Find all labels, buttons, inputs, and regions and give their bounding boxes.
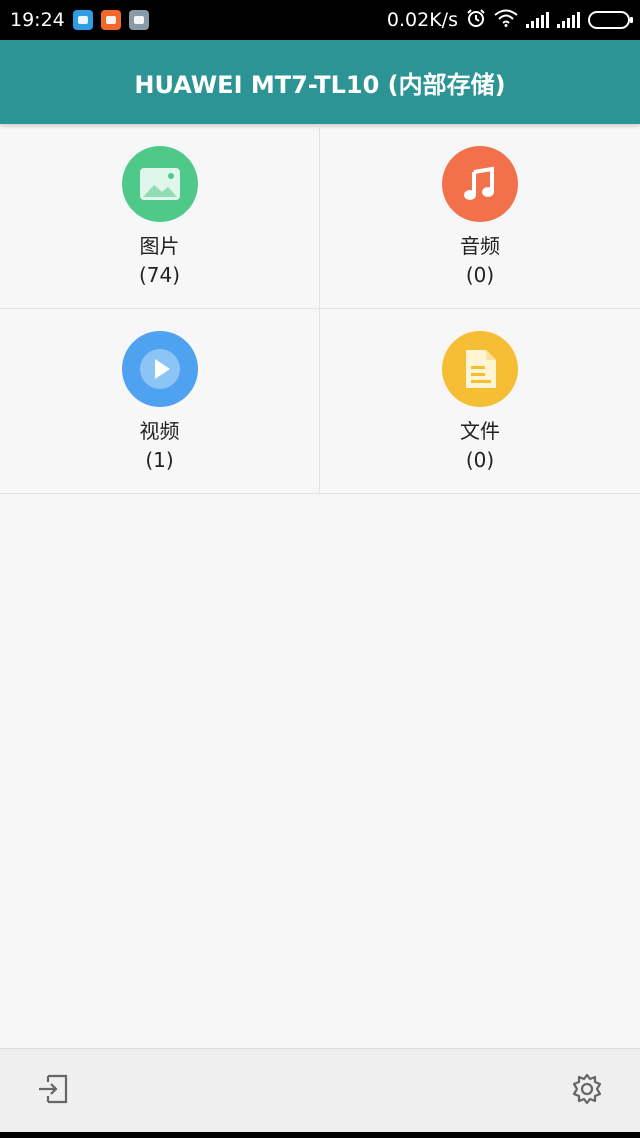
messenger-app-icon <box>72 10 93 30</box>
page-title: HUAWEI MT7-TL10 (内部存储) <box>134 70 506 99</box>
category-label: 文件 <box>460 419 500 443</box>
document-icon <box>442 331 518 407</box>
category-images[interactable]: 图片 (74) <box>0 124 320 309</box>
category-count: (1) <box>145 448 174 472</box>
image-icon <box>121 146 198 222</box>
status-right: 0.02K/s <box>386 8 633 33</box>
video-app-icon <box>100 10 121 30</box>
category-videos[interactable]: 视频 (1) <box>0 309 320 494</box>
category-label: 音频 <box>460 234 500 258</box>
category-count: (0) <box>465 263 495 287</box>
status-bar: 19:24 0.02K/s <box>0 0 640 40</box>
bottom-edge <box>0 1132 640 1138</box>
signal-icon <box>557 12 580 28</box>
category-audio[interactable]: 音频 (0) <box>320 124 640 309</box>
net-speed: 0.02K/s <box>386 9 458 31</box>
alarm-icon <box>466 8 486 33</box>
category-label: 图片 <box>139 234 180 258</box>
category-label: 视频 <box>139 419 180 443</box>
signal-icon <box>526 12 549 28</box>
play-icon <box>121 331 198 407</box>
app-bar: HUAWEI MT7-TL10 (内部存储) <box>0 40 640 124</box>
category-count: (0) <box>465 448 495 472</box>
wifi-icon <box>494 9 518 32</box>
music-note-icon <box>442 146 518 222</box>
category-files[interactable]: 文件 (0) <box>320 309 640 494</box>
gear-icon[interactable] <box>570 1072 604 1110</box>
battery-icon <box>588 11 633 29</box>
exit-icon[interactable] <box>36 1072 70 1110</box>
status-time: 19:24 <box>10 9 65 31</box>
category-count: (74) <box>138 263 181 287</box>
calculator-app-icon <box>128 10 149 30</box>
bottom-bar <box>0 1048 640 1132</box>
category-grid: 图片 (74) 音频 (0) 视频 (1) 文件 (0) <box>0 124 640 494</box>
status-left: 19:24 <box>10 9 149 31</box>
